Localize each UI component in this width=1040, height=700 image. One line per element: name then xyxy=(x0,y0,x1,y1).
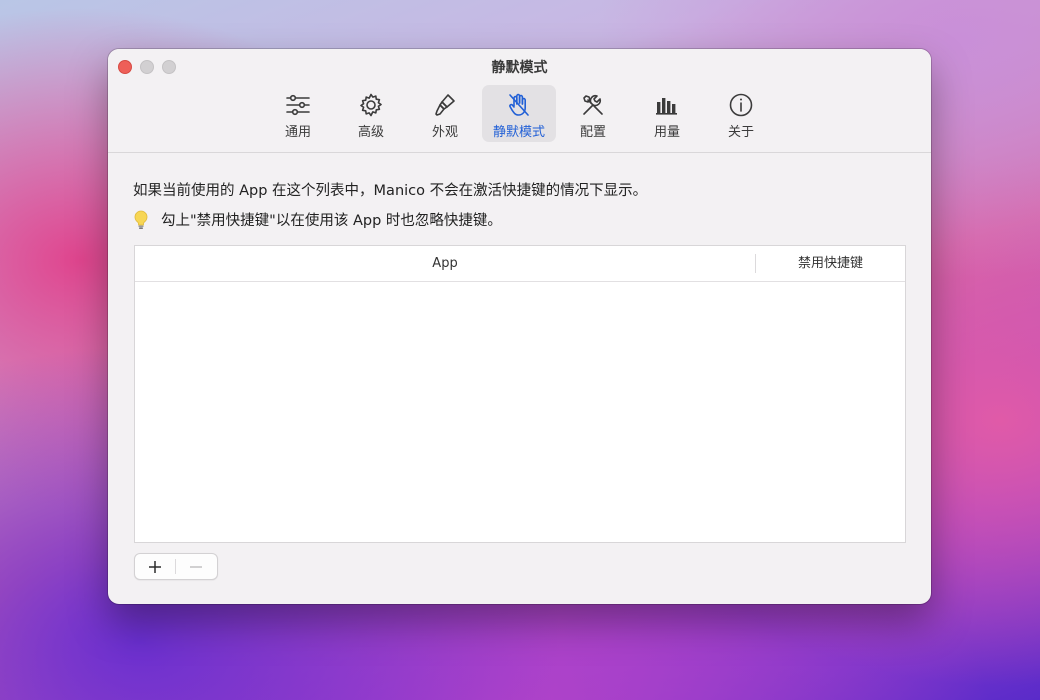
tab-about[interactable]: 关于 xyxy=(704,85,778,142)
info-icon xyxy=(728,92,754,118)
tab-label: 高级 xyxy=(357,125,384,140)
list-action-buttons xyxy=(134,553,218,580)
title-bar: 静默模式 通用 高级 外观 静默模式 配置 用量 关于 xyxy=(108,49,931,153)
preferences-toolbar: 通用 高级 外观 静默模式 配置 用量 关于 xyxy=(108,85,931,143)
tab-label: 配置 xyxy=(579,125,606,140)
column-header-app[interactable]: App xyxy=(135,246,755,281)
description-text: 如果当前使用的 App 在这个列表中，Manico 不会在激活快捷键的情况下显示… xyxy=(133,183,648,199)
remove-app-button[interactable] xyxy=(176,554,216,579)
bar-chart-icon xyxy=(654,92,680,118)
tab-usage[interactable]: 用量 xyxy=(630,85,704,142)
silent-mode-pane: 如果当前使用的 App 在这个列表中，Manico 不会在激活快捷键的情况下显示… xyxy=(108,153,931,604)
tab-general[interactable]: 通用 xyxy=(261,85,335,142)
hand-slash-icon xyxy=(506,92,532,118)
paintbrush-icon xyxy=(432,92,458,118)
tab-label: 关于 xyxy=(727,125,754,140)
tip-text: 勾上"禁用快捷键"以在使用该 App 时也忽略快捷键。 xyxy=(161,213,502,229)
tab-silent-mode[interactable]: 静默模式 xyxy=(482,85,556,142)
app-list-table[interactable]: App 禁用快捷键 xyxy=(134,245,906,543)
sliders-icon xyxy=(285,92,311,118)
preferences-window: 静默模式 通用 高级 外观 静默模式 配置 用量 关于 如果当前使用的 App … xyxy=(108,49,931,604)
window-title: 静默模式 xyxy=(491,60,548,76)
add-app-button[interactable] xyxy=(135,554,175,579)
table-header: App 禁用快捷键 xyxy=(135,246,905,282)
minus-icon xyxy=(190,565,202,568)
tab-appearance[interactable]: 外观 xyxy=(408,85,482,142)
tab-label: 外观 xyxy=(431,125,458,140)
tip-row: 勾上"禁用快捷键"以在使用该 App 时也忽略快捷键。 xyxy=(133,209,502,230)
wrench-screwdriver-icon xyxy=(580,92,606,118)
tab-label: 通用 xyxy=(284,125,311,140)
column-header-disable-shortcut[interactable]: 禁用快捷键 xyxy=(756,246,905,281)
tab-label: 静默模式 xyxy=(492,125,545,140)
lightbulb-icon xyxy=(133,210,151,230)
plus-icon xyxy=(149,560,161,573)
gear-icon xyxy=(358,92,384,118)
tab-label: 用量 xyxy=(653,125,680,140)
tab-advanced[interactable]: 高级 xyxy=(334,85,408,142)
tab-config[interactable]: 配置 xyxy=(556,85,630,142)
